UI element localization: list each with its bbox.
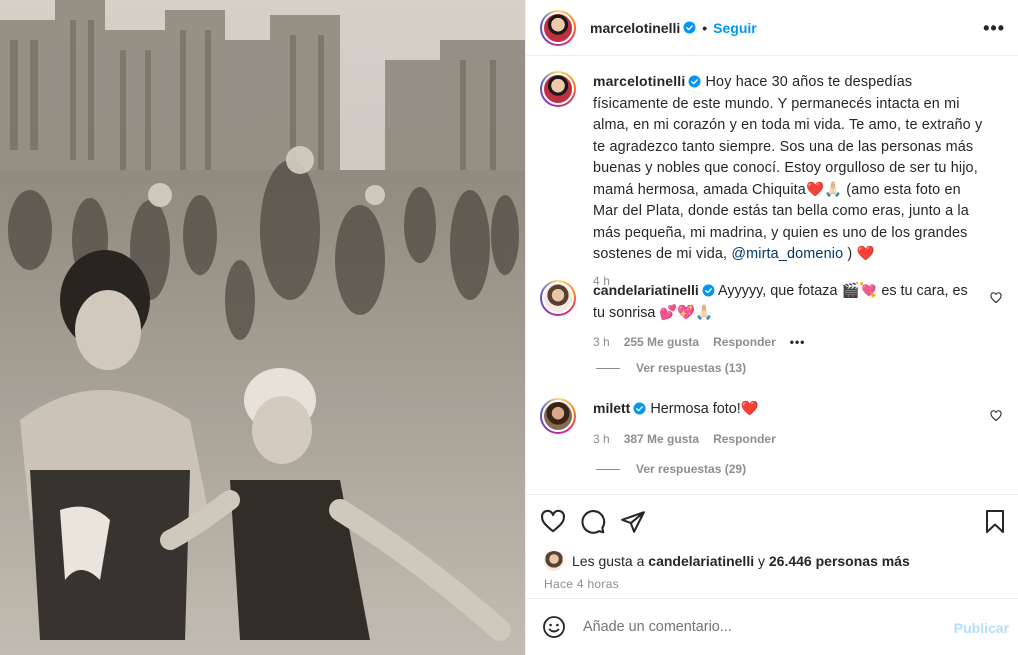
likes-summary: Les gusta a candelariatinelli y 26.446 p… <box>544 551 910 571</box>
comment-meta: 3 h 255 Me gusta Responder ••• <box>593 332 978 354</box>
follow-button[interactable]: Seguir <box>713 20 757 36</box>
comments-list[interactable]: marcelotinelli Hoy hace 30 años te despe… <box>526 57 1018 493</box>
comment-like-heart-icon[interactable] <box>990 292 1002 304</box>
post-side-panel: marcelotinelli • Seguir ••• marcelotinel… <box>525 0 1018 655</box>
commenter-username[interactable]: candelariatinelli <box>593 282 699 298</box>
comment-likes[interactable]: 255 Me gusta <box>624 332 699 354</box>
commenter-username[interactable]: milett <box>593 400 630 416</box>
commenter-avatar[interactable] <box>540 398 576 434</box>
comment-likes[interactable]: 387 Me gusta <box>624 429 699 451</box>
likes-connector: y <box>758 553 765 569</box>
share-icon[interactable] <box>620 509 646 535</box>
comment-input[interactable] <box>583 619 923 635</box>
reply-button[interactable]: Responder <box>713 429 776 451</box>
commenter-avatar[interactable] <box>540 280 576 316</box>
post-header: marcelotinelli • Seguir ••• <box>526 0 1018 56</box>
replies-divider-line <box>596 468 620 470</box>
post-actions: Les gusta a candelariatinelli y 26.446 p… <box>526 494 1018 598</box>
caption-body: Hoy hace 30 años te despedías físicament… <box>593 74 983 262</box>
liker-username[interactable]: candelariatinelli <box>648 553 754 569</box>
comment-time[interactable]: 3 h <box>593 429 610 451</box>
post-photo[interactable] <box>0 0 525 655</box>
heart-icon[interactable] <box>540 509 566 535</box>
comment-time[interactable]: 3 h <box>593 332 610 354</box>
beach-photo-illustration <box>0 0 525 655</box>
separator-dot: • <box>702 19 708 36</box>
verified-badge-icon <box>688 75 701 88</box>
caption-ending: ) ❤️ <box>847 246 875 262</box>
publish-button[interactable]: Publicar <box>954 620 1009 636</box>
caption-avatar[interactable] <box>540 71 576 107</box>
liker-avatar[interactable] <box>544 551 564 571</box>
verified-badge-icon <box>633 402 646 415</box>
verified-badge-icon <box>702 284 715 297</box>
caption-username[interactable]: marcelotinelli <box>593 73 685 89</box>
caption-text-block: marcelotinelli Hoy hace 30 años te despe… <box>593 71 983 292</box>
caption-mention-link[interactable]: @mirta_domenio <box>731 246 843 262</box>
view-replies-toggle[interactable]: Ver respuestas (29) <box>596 462 746 476</box>
author-username[interactable]: marcelotinelli <box>590 20 680 36</box>
emoji-icon[interactable] <box>542 615 566 639</box>
likes-prefix: Les gusta a <box>572 553 645 569</box>
reply-button[interactable]: Responder <box>713 332 776 354</box>
bookmark-icon[interactable] <box>983 509 1007 535</box>
comment-options-icon[interactable]: ••• <box>790 332 806 354</box>
verified-badge-icon <box>683 21 696 34</box>
post-time[interactable]: Hace 4 horas <box>544 577 619 591</box>
author-avatar[interactable] <box>540 9 576 46</box>
replies-divider-line <box>596 367 620 369</box>
comment-item: candelariatinelli Ayyyyy, que fotaza 🎬💘 … <box>540 280 1010 354</box>
likes-count-link[interactable]: 26.446 personas más <box>769 553 910 569</box>
comment-icon[interactable] <box>580 509 606 535</box>
post-caption: marcelotinelli Hoy hace 30 años te despe… <box>540 71 1000 292</box>
more-options-icon[interactable]: ••• <box>983 18 1005 39</box>
add-comment-bar: Publicar <box>526 598 1018 655</box>
comment-like-heart-icon[interactable] <box>990 410 1002 422</box>
view-replies-label[interactable]: Ver respuestas (29) <box>636 462 746 476</box>
comment-text: Hermosa foto!❤️ <box>650 401 759 417</box>
action-icons-row <box>540 509 660 535</box>
comment-item: milett Hermosa foto!❤️ 3 h 387 Me gusta … <box>540 398 1010 450</box>
view-replies-label[interactable]: Ver respuestas (13) <box>636 361 746 375</box>
comment-text-block: candelariatinelli Ayyyyy, que fotaza 🎬💘 … <box>593 280 978 354</box>
comment-text-block: milett Hermosa foto!❤️ 3 h 387 Me gusta … <box>593 398 978 450</box>
view-replies-toggle[interactable]: Ver respuestas (13) <box>596 361 746 375</box>
instagram-post: marcelotinelli • Seguir ••• marcelotinel… <box>0 0 1018 655</box>
comment-meta: 3 h 387 Me gusta Responder <box>593 429 978 451</box>
